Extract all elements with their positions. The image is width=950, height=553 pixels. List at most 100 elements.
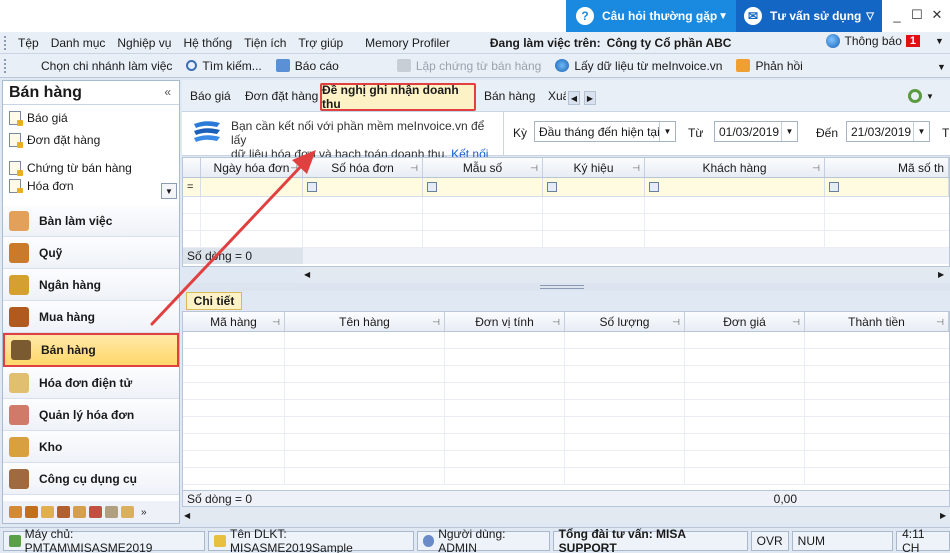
pin-icon[interactable]: ⊣ (812, 163, 820, 174)
menu-overflow-icon[interactable]: ▼ (935, 36, 944, 46)
tab-revenue-request[interactable]: Đề nghị ghi nhận doanh thu (320, 83, 476, 111)
minimize-button[interactable]: _ (888, 6, 906, 24)
filter-cell[interactable] (201, 178, 303, 196)
faq-button[interactable]: ? Câu hỏi thường gặp ▼ (566, 0, 736, 32)
col-item-name[interactable]: Tên hàng ⊣ (285, 312, 445, 331)
col-item-code[interactable]: Mã hàng ⊣ (183, 312, 285, 331)
mini-module-icon[interactable] (73, 506, 86, 518)
filter-cell[interactable] (645, 178, 825, 196)
col-unit-price[interactable]: Đơn giá ⊣ (685, 312, 805, 331)
filter-checkbox-icon[interactable] (307, 182, 317, 192)
pin-icon[interactable]: ⊣ (792, 317, 800, 328)
pin-icon[interactable]: ⊣ (432, 317, 440, 328)
tab-scroll-left-icon[interactable]: ◀ (568, 91, 580, 105)
feedback-button[interactable]: Phản hồi (736, 59, 803, 73)
settings-button[interactable]: ▼ (908, 86, 942, 106)
col-tax-code[interactable]: Mã số th (825, 158, 949, 177)
splitter[interactable] (182, 283, 950, 291)
menu-file[interactable]: Tệp (18, 36, 39, 50)
scroll-left-icon[interactable]: ◀ (184, 511, 192, 520)
module-workspace[interactable]: Bàn làm việc (3, 205, 179, 237)
module-cash[interactable]: Quỹ (3, 237, 179, 269)
col-template[interactable]: Mẫu số ⊣ (423, 158, 543, 177)
mini-module-icon[interactable] (25, 506, 38, 518)
module-bank[interactable]: Ngân hàng (3, 269, 179, 301)
from-date-input[interactable]: 01/03/2019 ▼ (714, 121, 798, 142)
col-invoice-date[interactable]: Ngày hóa đơn ⊣ (201, 158, 303, 177)
more-modules-icon[interactable]: » (141, 507, 147, 518)
period-select[interactable]: Đầu tháng đến hiện tại ▼ (534, 121, 676, 142)
pin-icon[interactable]: ⊣ (632, 163, 640, 174)
tab-sales[interactable]: Bán hàng (484, 89, 535, 103)
sub-item-invoice[interactable]: Hóa đơn (3, 179, 179, 193)
scroll-right-icon[interactable]: ▶ (940, 511, 948, 520)
pin-icon[interactable]: ⊣ (672, 317, 680, 328)
mini-module-icon[interactable] (89, 506, 102, 518)
sub-item-sales-order[interactable]: Đơn đặt hàng (3, 129, 179, 151)
master-horizontal-scrollbar[interactable]: ◀ ▶ (302, 267, 948, 282)
filter-checkbox-icon[interactable] (649, 182, 659, 192)
notification-button[interactable]: Thông báo 1 (826, 34, 920, 48)
col-invoice-number[interactable]: Số hóa đơn ⊣ (303, 158, 423, 177)
mini-module-icon[interactable] (9, 506, 22, 518)
toolbar-overflow-icon[interactable]: ▼ (937, 62, 946, 72)
pin-icon[interactable]: ⊣ (936, 317, 944, 328)
consult-button[interactable]: ✉ Tư vấn sử dụng ▽ (736, 0, 882, 32)
menu-operations[interactable]: Nghiệp vụ (117, 36, 171, 50)
choose-branch-button[interactable]: Chọn chi nhánh làm việc (18, 59, 172, 73)
col-customer[interactable]: Khách hàng ⊣ (645, 158, 825, 177)
menu-catalog[interactable]: Danh mục (51, 36, 106, 50)
module-invoice-management[interactable]: Quản lý hóa đơn (3, 399, 179, 431)
create-sales-doc-button[interactable]: Lập chứng từ bán hàng (396, 59, 541, 73)
pin-icon[interactable]: ⊣ (290, 163, 298, 174)
scroll-left-icon[interactable]: ◀ (304, 270, 312, 279)
filter-cell[interactable] (423, 178, 543, 196)
detail-horizontal-scrollbar[interactable]: ◀ ▶ (182, 508, 950, 523)
splitter-handle-icon[interactable] (540, 285, 584, 289)
sub-list-dropdown[interactable]: ▼ (161, 183, 177, 199)
filter-cell[interactable] (543, 178, 645, 196)
filter-cell[interactable] (303, 178, 423, 196)
module-e-invoice[interactable]: Hóa đơn điện tử (3, 367, 179, 399)
tab-detail[interactable]: Chi tiết (186, 292, 242, 310)
fetch-meinvoice-button[interactable]: Lấy dữ liệu từ meInvoice.vn (555, 59, 722, 73)
module-tools[interactable]: Công cụ dụng cụ (3, 463, 179, 495)
module-warehouse[interactable]: Kho (3, 431, 179, 463)
mini-module-icon[interactable] (41, 506, 54, 518)
tab-quote[interactable]: Báo giá (190, 89, 231, 103)
pin-icon[interactable]: ⊣ (552, 317, 560, 328)
mini-module-icon[interactable] (105, 506, 118, 518)
menu-system[interactable]: Hệ thống (183, 36, 232, 50)
filter-checkbox-icon[interactable] (427, 182, 437, 192)
col-amount[interactable]: Thành tiền ⊣ (805, 312, 949, 331)
report-button[interactable]: Báo cáo (275, 59, 339, 73)
filter-cell[interactable] (825, 178, 949, 196)
close-button[interactable]: ✕ (928, 6, 946, 24)
pin-icon[interactable]: ⊣ (530, 163, 538, 174)
col-symbol[interactable]: Ký hiệu ⊣ (543, 158, 645, 177)
col-quantity[interactable]: Số lượng ⊣ (565, 312, 685, 331)
tab-export[interactable]: Xuấ (548, 89, 566, 103)
tab-sales-order[interactable]: Đơn đặt hàng (245, 89, 318, 103)
to-date-input[interactable]: 21/03/2019 ▼ (846, 121, 930, 142)
mini-module-icon[interactable] (57, 506, 70, 518)
menu-help[interactable]: Trợ giúp (298, 36, 343, 50)
search-button[interactable]: Tìm kiếm... (186, 59, 262, 73)
menu-memory-profiler[interactable]: Memory Profiler (365, 36, 450, 50)
filter-checkbox-icon[interactable] (829, 182, 839, 192)
tab-scroll-right-icon[interactable]: ▶ (584, 91, 596, 105)
filter-operator[interactable]: = (183, 178, 201, 196)
sub-item-sales-voucher[interactable]: Chứng từ bán hàng (3, 157, 179, 179)
pin-icon[interactable]: ⊣ (272, 317, 280, 328)
scroll-right-icon[interactable]: ▶ (938, 270, 946, 279)
sub-item-quote[interactable]: Báo giá (3, 107, 179, 129)
pin-icon[interactable]: ⊣ (410, 163, 418, 174)
collapse-panel-button[interactable]: « (164, 85, 171, 99)
menu-utilities[interactable]: Tiện ích (244, 36, 286, 50)
maximize-button[interactable]: ☐ (908, 6, 926, 24)
mini-module-icon[interactable] (121, 506, 134, 518)
module-purchase[interactable]: Mua hàng (3, 301, 179, 333)
col-unit[interactable]: Đơn vị tính ⊣ (445, 312, 565, 331)
filter-checkbox-icon[interactable] (547, 182, 557, 192)
module-sales[interactable]: Bán hàng (3, 333, 179, 367)
